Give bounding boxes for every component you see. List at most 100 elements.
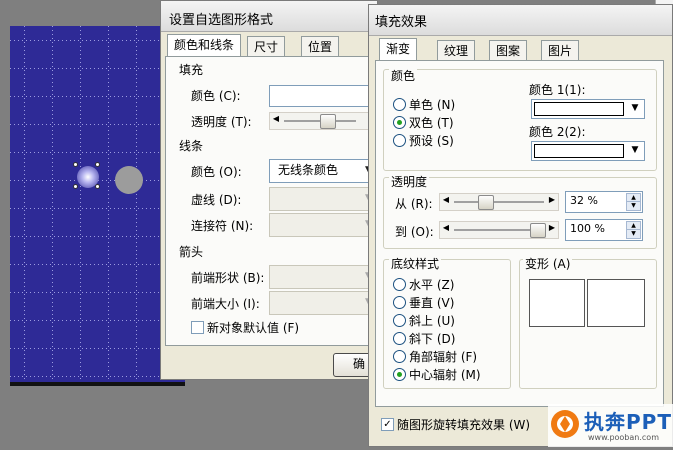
fill-color-label: 颜色 (C): — [191, 89, 241, 103]
line-section-label: 线条 — [179, 139, 204, 153]
tab-pattern[interactable]: 图案 — [489, 40, 528, 61]
grid-line — [52, 26, 53, 382]
fill-section-label: 填充 — [179, 63, 204, 77]
dash-combo[interactable]: ▼ — [269, 187, 379, 211]
slider-left-arrow-icon[interactable]: ◀ — [441, 223, 451, 232]
grid-line — [136, 26, 137, 382]
tab-picture[interactable]: 图片 — [541, 40, 580, 61]
slider-right-arrow-icon[interactable]: ▶ — [547, 195, 557, 204]
radio-one-color[interactable] — [393, 98, 406, 111]
radio-horizontal[interactable] — [393, 278, 406, 291]
slider-right-arrow-icon[interactable]: ▶ — [547, 223, 557, 232]
color2-label: 颜色 2(2): — [529, 125, 586, 139]
grid-line — [10, 208, 185, 209]
radio-from-corner-label: 角部辐射 (F) — [409, 350, 478, 364]
dialog-titlebar[interactable]: 填充效果 — [369, 5, 672, 36]
to-spinner[interactable]: 100 % ▲ ▼ — [565, 219, 643, 241]
brand-url: www.pooban.com — [588, 433, 659, 442]
radio-two-colors[interactable] — [393, 116, 406, 129]
radio-from-center-label: 中心辐射 (M) — [409, 368, 481, 382]
format-autoshape-dialog: 设置自选图形格式 颜色和线条 尺寸 位置 填充 颜色 (C): 透明度 (T):… — [160, 0, 385, 380]
resize-handle[interactable] — [73, 184, 78, 189]
radio-vertical-label: 垂直 (V) — [409, 296, 455, 310]
dialog-title: 设置自选图形格式 — [169, 13, 274, 28]
connector-combo[interactable]: ▼ — [269, 213, 379, 237]
begin-style-combo[interactable]: ▼ — [269, 265, 379, 289]
dash-label: 虚线 (D): — [191, 193, 242, 207]
arrows-section-label: 箭头 — [179, 245, 204, 259]
grid-line — [80, 26, 81, 382]
shading-section-label: 底纹样式 — [389, 255, 442, 272]
resize-handle[interactable] — [95, 184, 100, 189]
fill-color-combo[interactable] — [269, 85, 371, 107]
gray-circle-shape[interactable] — [115, 166, 143, 194]
tab-position[interactable]: 位置 — [301, 36, 340, 57]
from-label: 从 (R): — [395, 197, 433, 211]
slider-left-arrow-icon[interactable]: ◀ — [441, 195, 451, 204]
grid-line — [10, 96, 185, 97]
rotate-fill-checkbox[interactable]: ✓ — [381, 418, 394, 431]
variant-swatch-1[interactable] — [529, 279, 585, 327]
grid-line — [10, 376, 185, 377]
grid-line — [10, 152, 185, 153]
to-label: 到 (O): — [395, 225, 434, 239]
transparency-section-label: 透明度 — [389, 173, 430, 190]
slider-thumb[interactable] — [478, 195, 495, 210]
dialog-titlebar[interactable]: 设置自选图形格式 — [161, 1, 377, 32]
slider-left-arrow-icon[interactable]: ◀ — [271, 114, 281, 123]
spin-down-icon[interactable]: ▼ — [626, 229, 641, 239]
color2-picker[interactable]: ▼ — [531, 141, 645, 161]
radio-from-center[interactable] — [393, 368, 406, 381]
slide-canvas[interactable] — [10, 26, 185, 386]
tab-texture[interactable]: 纹理 — [437, 40, 476, 61]
begin-style-label: 前端形状 (B): — [191, 271, 265, 285]
begin-size-combo[interactable]: ▼ — [269, 291, 379, 315]
slider-thumb[interactable] — [320, 114, 336, 129]
chevron-down-icon[interactable]: ▼ — [628, 101, 642, 115]
grid-line — [10, 68, 185, 69]
transparency-label: 透明度 (T): — [191, 115, 252, 129]
connector-label: 连接符 (N): — [191, 219, 254, 233]
radio-vertical[interactable] — [393, 296, 406, 309]
brand-logo: 执奔PPT www.pooban.com — [548, 404, 673, 447]
line-color-combo[interactable]: 无线条颜色 ▼ — [269, 159, 379, 183]
radio-one-color-label: 单色 (N) — [409, 98, 456, 112]
to-slider[interactable]: ◀ ▶ — [439, 221, 559, 239]
radio-horizontal-label: 水平 (Z) — [409, 278, 455, 292]
from-spinner[interactable]: 32 % ▲ ▼ — [565, 191, 643, 213]
grid-line — [10, 264, 185, 265]
radio-preset[interactable] — [393, 134, 406, 147]
tab-colors-lines[interactable]: 颜色和线条 — [167, 34, 242, 57]
resize-handle[interactable] — [73, 162, 78, 167]
slider-thumb[interactable] — [530, 223, 546, 238]
variants-section-label: 变形 (A) — [523, 255, 573, 272]
tab-size[interactable]: 尺寸 — [247, 36, 286, 57]
tab-gradient[interactable]: 渐变 — [379, 38, 418, 61]
grid-line — [10, 348, 185, 349]
to-value: 100 % — [570, 222, 605, 235]
rotate-fill-checkbox-label: 随图形旋转填充效果 (W) — [397, 418, 531, 432]
spin-down-icon[interactable]: ▼ — [626, 201, 641, 211]
radio-diagonal-up[interactable] — [393, 314, 406, 327]
color2-swatch — [534, 144, 624, 158]
variant-swatch-2[interactable] — [587, 279, 645, 327]
grid-line — [10, 320, 185, 321]
grid-line — [10, 124, 185, 125]
radio-two-colors-label: 双色 (T) — [409, 116, 454, 130]
default-checkbox[interactable] — [191, 321, 204, 334]
radio-diagonal-down-label: 斜下 (D) — [409, 332, 456, 346]
radio-diagonal-up-label: 斜上 (U) — [409, 314, 455, 328]
color1-picker[interactable]: ▼ — [531, 99, 645, 119]
radio-from-corner[interactable] — [393, 350, 406, 363]
line-color-label: 颜色 (O): — [191, 165, 242, 179]
brand-text: 执奔PPT — [584, 410, 672, 434]
slider-track — [454, 201, 544, 203]
grid-line — [10, 292, 185, 293]
fill-transparency-slider[interactable]: ◀ — [269, 112, 371, 130]
radio-diagonal-down[interactable] — [393, 332, 406, 345]
chevron-down-icon[interactable]: ▼ — [628, 143, 642, 157]
from-slider[interactable]: ◀ ▶ — [439, 193, 559, 211]
color1-swatch — [534, 102, 624, 116]
radio-preset-label: 预设 (S) — [409, 134, 454, 148]
resize-handle[interactable] — [95, 162, 100, 167]
